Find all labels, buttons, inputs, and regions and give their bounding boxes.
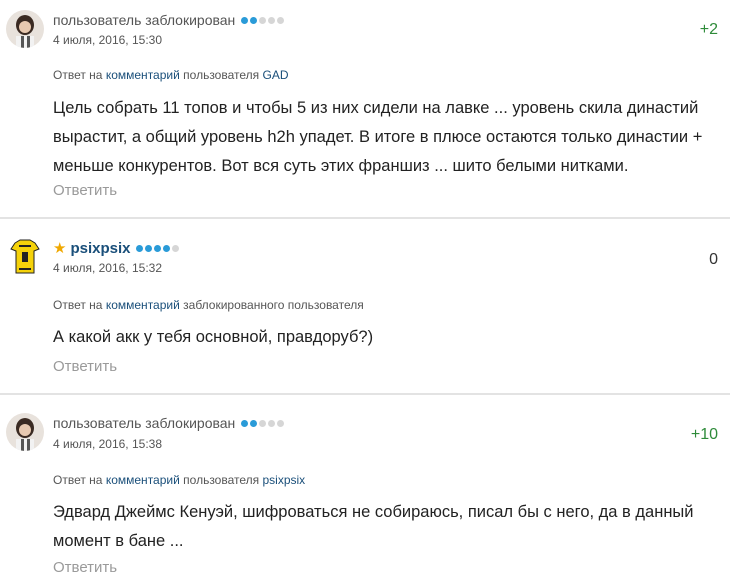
comment-author[interactable]: ★ psixpsix xyxy=(53,239,180,257)
comment-text: Цель собрать 11 топов и чтобы 5 из них с… xyxy=(53,99,703,175)
rating-dots xyxy=(136,244,180,252)
comment-date: 4 июля, 2016, 15:30 xyxy=(53,33,163,47)
reply-button[interactable]: Ответить xyxy=(53,182,117,199)
reply-to: Ответ на комментарий пользователя GAD xyxy=(53,68,289,82)
star-icon: ★ xyxy=(53,240,67,257)
comment: ★ psixpsix 4 июля, 2016, 15:32 0 Ответ н… xyxy=(0,219,730,393)
comment-link[interactable]: комментарий xyxy=(106,473,180,487)
reply-button[interactable]: Ответить xyxy=(53,559,117,576)
comment-score: +10 xyxy=(690,426,718,443)
user-link[interactable]: GAD xyxy=(263,68,289,82)
comment-author: пользователь заблокирован xyxy=(53,415,285,431)
comment-link[interactable]: комментарий xyxy=(106,68,180,82)
user-link[interactable]: psixpsix xyxy=(263,473,306,487)
author-name: пользователь заблокирован xyxy=(53,415,236,431)
comment: пользователь заблокирован 4 июля, 2016, … xyxy=(0,0,730,218)
comment-text: А какой акк у тебя основной, правдоруб?) xyxy=(53,328,374,346)
author-name: psixpsix xyxy=(70,239,131,257)
comment-date: 4 июля, 2016, 15:32 xyxy=(53,261,163,275)
author-name: пользователь заблокирован xyxy=(53,12,236,28)
avatar[interactable] xyxy=(6,10,44,48)
reply-to: Ответ на комментарий заблокированного по… xyxy=(53,298,364,312)
reply-button[interactable]: Ответить xyxy=(53,358,117,375)
comment-text: Эдвард Джеймс Кенуэй, шифроваться не соб… xyxy=(53,503,694,550)
comment-date: 4 июля, 2016, 15:38 xyxy=(53,437,163,451)
avatar[interactable] xyxy=(6,237,44,275)
rating-dots xyxy=(241,16,285,24)
comment-score: 0 xyxy=(709,251,718,268)
comment-author: пользователь заблокирован xyxy=(53,12,285,28)
comment: пользователь заблокирован 4 июля, 2016, … xyxy=(0,395,730,582)
rating-dots xyxy=(241,419,285,427)
comment-link[interactable]: комментарий xyxy=(106,298,180,312)
reply-to: Ответ на комментарий пользователя psixps… xyxy=(53,473,306,487)
comment-score: +2 xyxy=(699,21,718,38)
avatar[interactable] xyxy=(6,413,44,451)
